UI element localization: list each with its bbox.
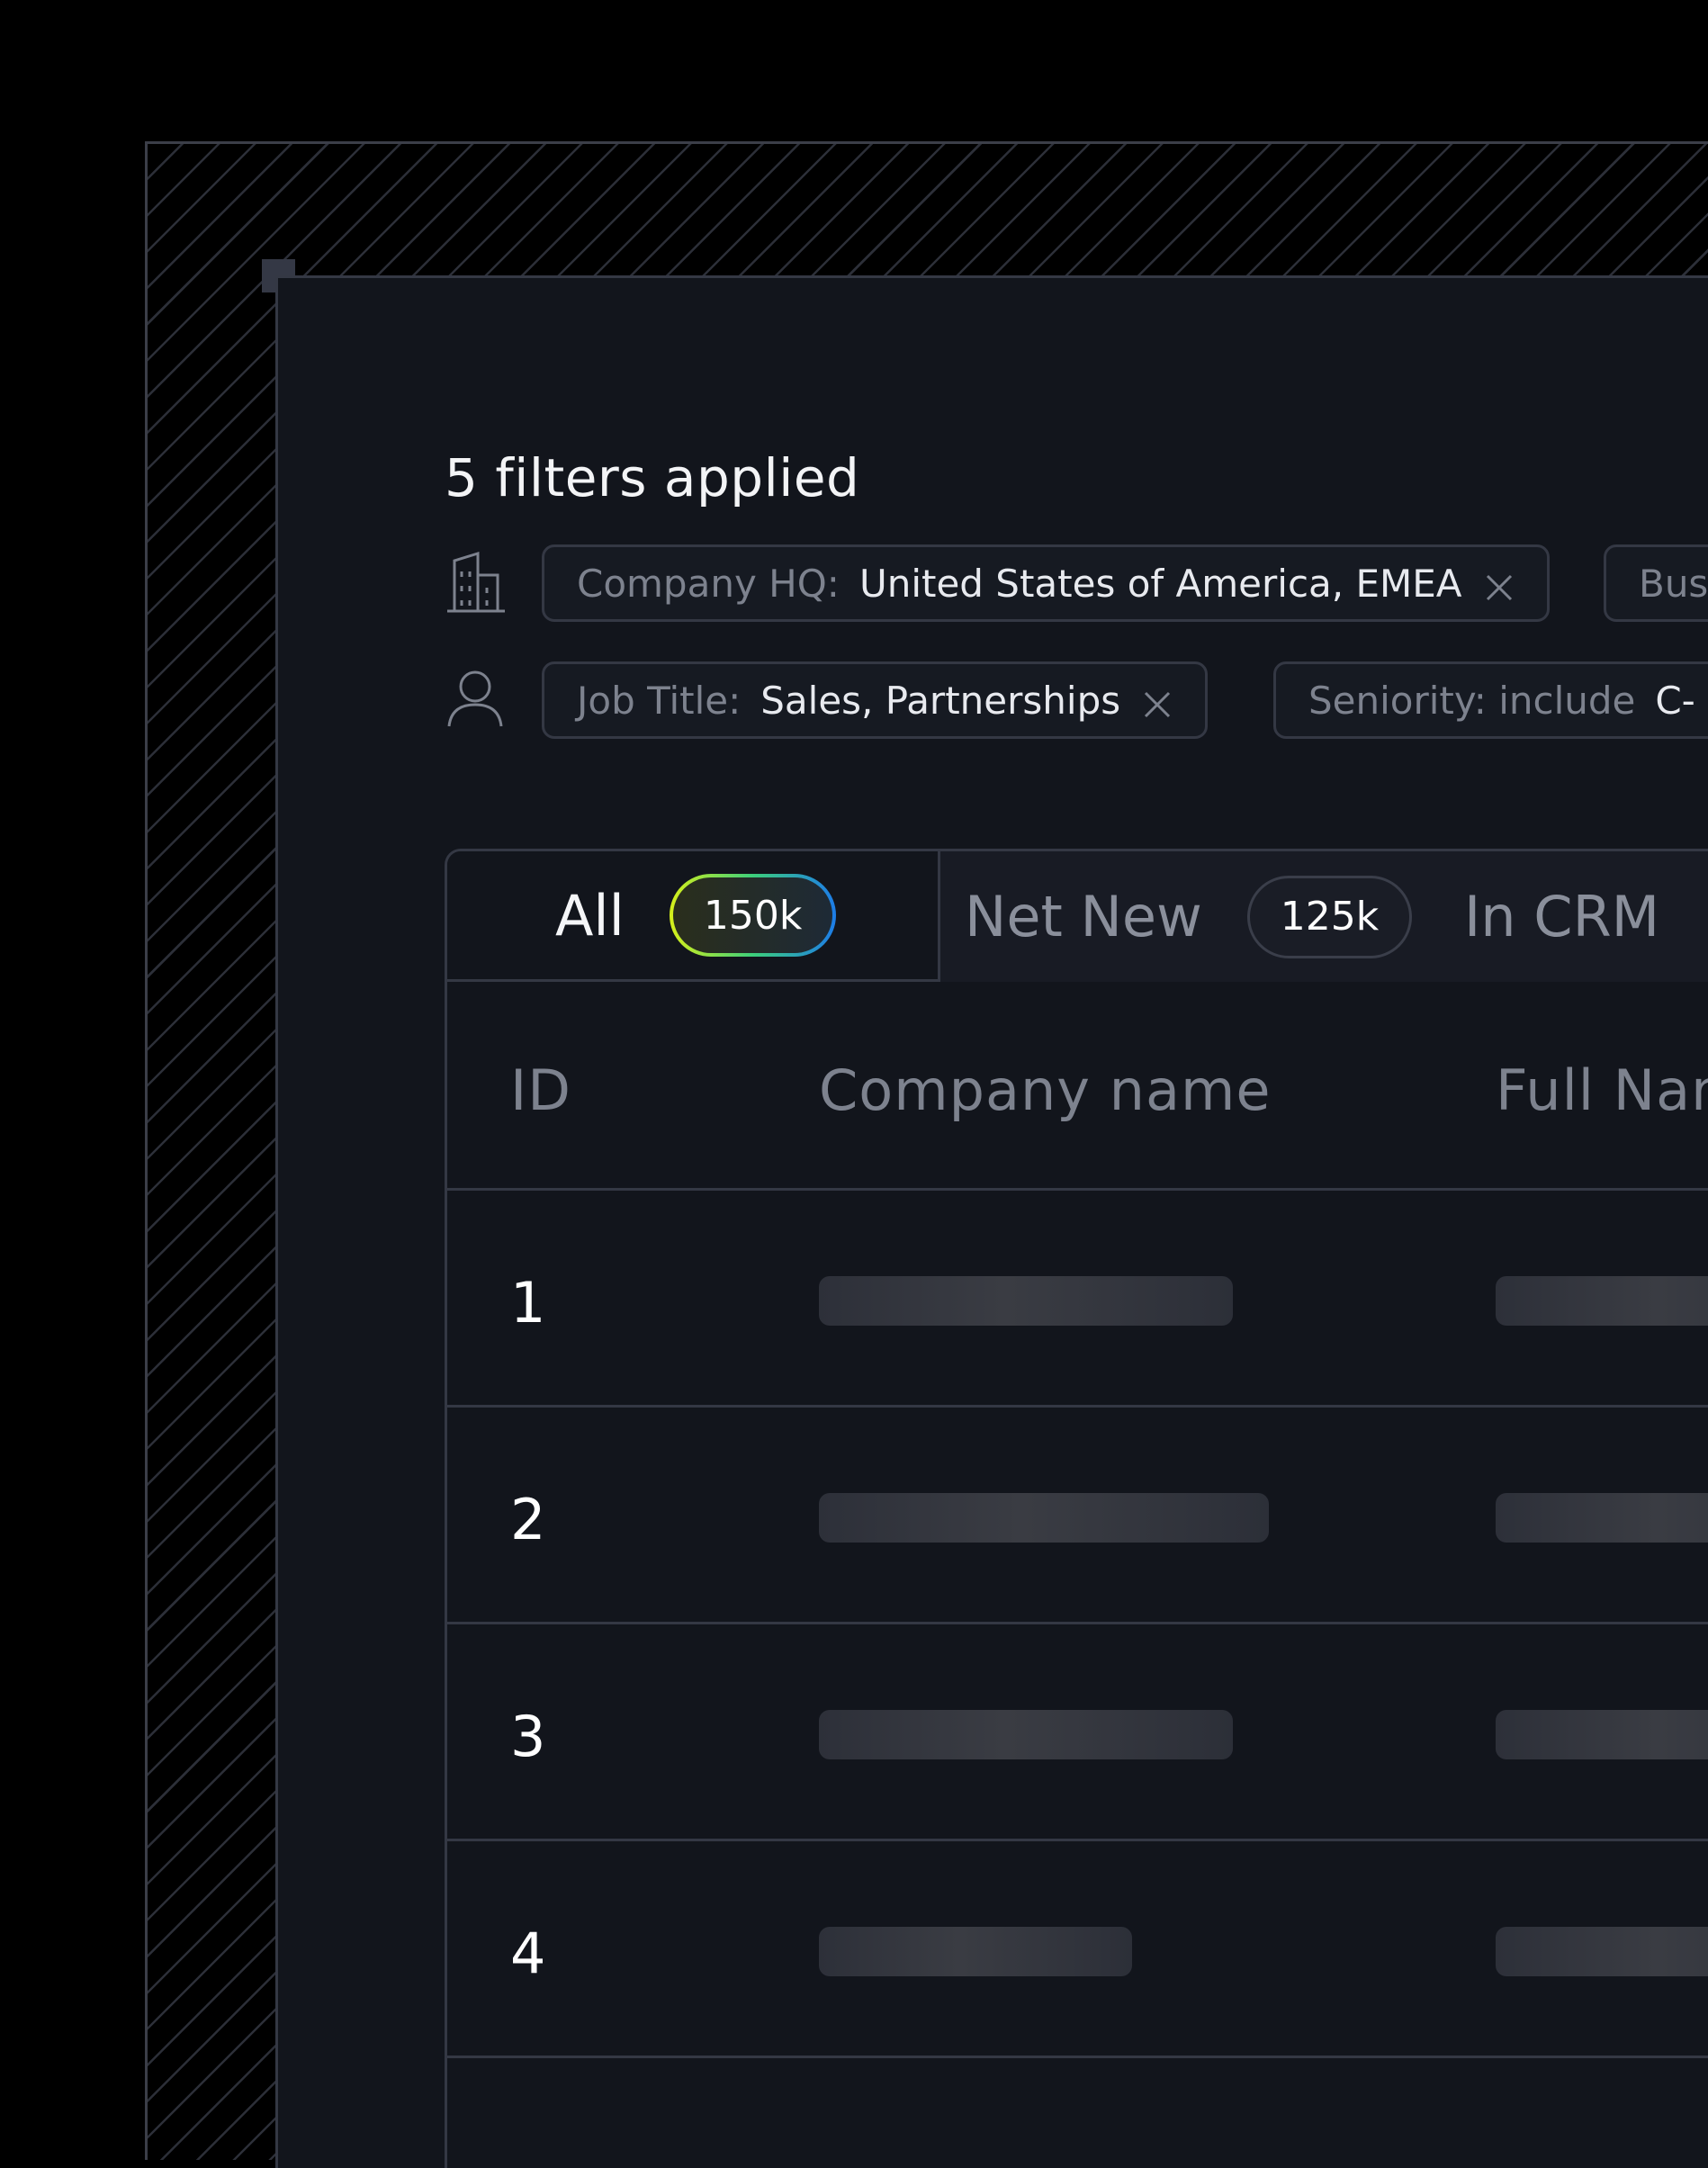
results-table: ID Company name Full Nam 1 2 3 4 bbox=[445, 982, 1708, 2168]
table-row[interactable]: 2 bbox=[447, 1408, 1708, 1624]
filter-chip-value: United States of America, EMEA bbox=[858, 561, 1462, 606]
filter-chip-job-title[interactable]: Job Title: Sales, Partnerships bbox=[542, 661, 1209, 739]
filter-chip-value: Sales, Partnerships bbox=[760, 678, 1121, 723]
table-row[interactable]: 1 bbox=[447, 1191, 1708, 1408]
column-header-company-name[interactable]: Company name bbox=[819, 1057, 1272, 1123]
filter-chip-seniority[interactable]: Seniority: include C- bbox=[1273, 661, 1708, 739]
building-icon bbox=[442, 548, 508, 615]
tab-label: All bbox=[555, 882, 625, 949]
full-name-placeholder bbox=[1496, 1493, 1708, 1543]
filter-chip-business[interactable]: Bus bbox=[1604, 544, 1708, 622]
filter-chip-value: C- bbox=[1655, 678, 1695, 723]
tab-in-crm[interactable]: In CRM bbox=[1464, 851, 1659, 982]
filter-chip-key: Bus bbox=[1639, 561, 1708, 606]
count-badge: 150k bbox=[670, 874, 836, 957]
close-icon[interactable] bbox=[1484, 568, 1515, 601]
tab-label: Net New bbox=[965, 884, 1202, 949]
table-row[interactable]: 3 bbox=[447, 1624, 1708, 1841]
filters-applied-heading: 5 filters applied bbox=[445, 447, 860, 508]
user-icon bbox=[442, 665, 508, 732]
count-badge: 125k bbox=[1246, 875, 1413, 958]
full-name-placeholder bbox=[1496, 1276, 1708, 1326]
company-name-placeholder bbox=[819, 1927, 1132, 1976]
filter-chip-key: Seniority: include bbox=[1308, 678, 1636, 723]
filter-chip-company-hq[interactable]: Company HQ: United States of America, EM… bbox=[542, 544, 1550, 622]
tab-all[interactable]: All 150k bbox=[447, 851, 940, 982]
full-name-placeholder bbox=[1496, 1710, 1708, 1759]
segment-tabs: All 150k Net New 125k In CRM bbox=[445, 849, 1708, 982]
company-name-placeholder bbox=[819, 1276, 1233, 1326]
tab-net-new[interactable]: Net New 125k bbox=[965, 851, 1413, 982]
close-icon[interactable] bbox=[1142, 685, 1173, 718]
full-name-placeholder bbox=[1496, 1927, 1708, 1976]
table-header: ID Company name Full Nam bbox=[447, 982, 1708, 1191]
column-header-id[interactable]: ID bbox=[510, 1057, 571, 1123]
row-id: 1 bbox=[510, 1270, 546, 1336]
filter-chip-key: Job Title: bbox=[577, 678, 742, 723]
filter-chip-key: Company HQ: bbox=[577, 561, 840, 606]
row-id: 4 bbox=[510, 1921, 546, 1986]
table-row[interactable]: 4 bbox=[447, 1841, 1708, 2058]
row-id: 3 bbox=[510, 1704, 546, 1769]
results-panel: 5 filters applied Company HQ: United Sta… bbox=[275, 275, 1708, 2168]
row-id: 2 bbox=[510, 1487, 546, 1552]
company-name-placeholder bbox=[819, 1710, 1233, 1759]
company-name-placeholder bbox=[819, 1493, 1269, 1543]
tab-label: In CRM bbox=[1464, 884, 1660, 949]
column-header-full-name[interactable]: Full Nam bbox=[1496, 1057, 1708, 1123]
